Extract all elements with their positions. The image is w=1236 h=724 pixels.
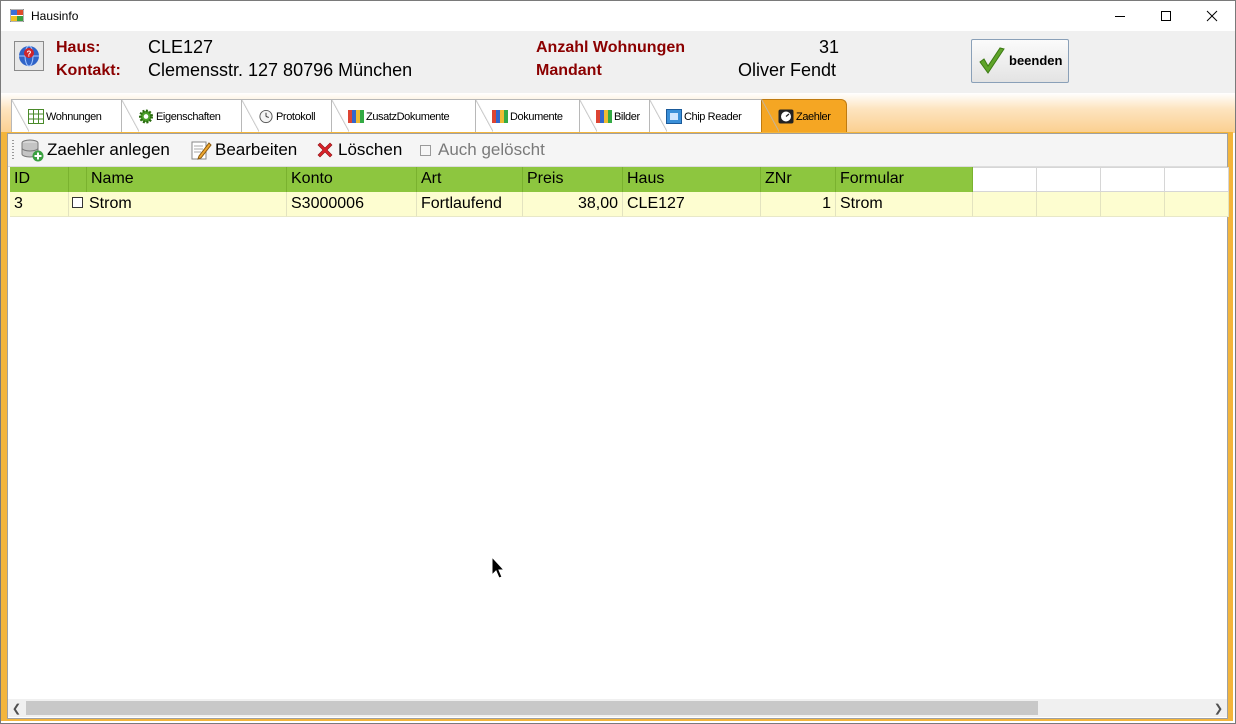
house-header: ? Haus: CLE127 Kontakt: Clemensstr. 127 … <box>1 31 1235 93</box>
tab-label: Protokoll <box>276 111 316 123</box>
auch-geloescht-checkbox[interactable]: Auch gelöscht <box>420 138 545 162</box>
toolbar-grip[interactable] <box>12 140 14 160</box>
cell-formular[interactable]: Strom <box>836 192 973 217</box>
cell-art[interactable]: Fortlaufend <box>417 192 523 217</box>
cell-empty <box>1165 192 1229 217</box>
tab-label: Eigenschaften <box>156 111 221 123</box>
app-icon <box>10 9 24 22</box>
column-header-znr[interactable]: ZNr <box>761 167 836 192</box>
svg-text:?: ? <box>27 50 32 59</box>
clock-icon <box>259 109 273 124</box>
maximize-button[interactable] <box>1143 1 1189 31</box>
close-icon <box>1206 10 1218 22</box>
tab-label: Wohnungen <box>46 111 102 123</box>
window-title: Hausinfo <box>31 9 79 23</box>
cell-znr[interactable]: 1 <box>761 192 836 217</box>
cell-name-text: Strom <box>89 195 132 212</box>
cell-empty <box>1037 192 1101 217</box>
checkmark-icon <box>979 47 1005 74</box>
edit-icon <box>191 141 212 160</box>
add-database-icon <box>21 139 44 162</box>
tab-label: Dokumente <box>510 111 563 123</box>
kontakt-value: Clemensstr. 127 80796 München <box>148 60 413 80</box>
close-button[interactable] <box>1189 1 1235 31</box>
house-info-icon: ? <box>14 41 44 71</box>
cell-konto[interactable]: S3000006 <box>287 192 417 217</box>
row-checkbox[interactable] <box>72 197 83 208</box>
gear-icon <box>138 109 154 124</box>
binders-icon <box>596 110 612 123</box>
column-header-empty <box>1037 167 1101 192</box>
column-header-formular[interactable]: Formular <box>836 167 973 192</box>
column-header-preis[interactable]: Preis <box>523 167 623 192</box>
horizontal-scrollbar[interactable]: ❮ ❯ <box>8 699 1227 717</box>
scroll-left-arrow-icon[interactable]: ❮ <box>8 699 25 717</box>
anzahl-wohnungen-label: Anzahl Wohnungen <box>536 39 686 56</box>
tab-strip: Wohnungen Eigenschaften Protokoll Zusatz… <box>1 93 1235 133</box>
cell-name[interactable]: Strom <box>69 192 287 217</box>
bearbeiten-label: Bearbeiten <box>215 140 298 159</box>
column-header-konto[interactable]: Konto <box>287 167 417 192</box>
tab-zaehler[interactable]: Zaehler <box>761 99 847 132</box>
column-header-haus[interactable]: Haus <box>623 167 761 192</box>
tab-dokumente[interactable]: Dokumente <box>475 99 587 132</box>
table-row[interactable]: 3 Strom S3000006 Fortlaufend 38,00 CLE12… <box>10 192 1229 217</box>
scrollbar-thumb[interactable] <box>26 701 1038 715</box>
tab-eigenschaften[interactable]: Eigenschaften <box>121 99 249 132</box>
anzahl-wohnungen-value: 31 <box>819 37 840 57</box>
main-window: Hausinfo ? Haus: CLE127 Kontakt: Clemens… <box>0 0 1236 724</box>
binders-icon <box>492 110 508 123</box>
grid-icon <box>28 109 44 124</box>
column-header-id[interactable]: ID <box>10 167 69 192</box>
tab-wohnungen[interactable]: Wohnungen <box>11 99 129 132</box>
bearbeiten-button[interactable]: Bearbeiten <box>190 138 297 162</box>
zaehler-anlegen-button[interactable]: Zaehler anlegen <box>20 138 170 162</box>
cell-preis[interactable]: 38,00 <box>523 192 623 217</box>
binders-icon <box>348 110 364 123</box>
tab-label: Bilder <box>614 111 640 123</box>
tab-label: ZusatzDokumente <box>366 111 450 123</box>
beenden-button[interactable]: beenden <box>971 39 1069 83</box>
mouse-cursor-icon <box>491 556 506 579</box>
auch-geloescht-label: Auch gelöscht <box>438 140 545 159</box>
delete-icon <box>317 142 333 158</box>
tab-label: Zaehler <box>796 111 831 123</box>
column-header-empty <box>973 167 1037 192</box>
tab-protokoll[interactable]: Protokoll <box>241 99 339 132</box>
beenden-label: beenden <box>1009 53 1063 68</box>
title-bar: Hausinfo <box>1 1 1235 31</box>
haus-label: Haus: <box>56 39 101 56</box>
cell-id[interactable]: 3 <box>10 192 69 217</box>
column-header-art[interactable]: Art <box>417 167 523 192</box>
tab-bilder[interactable]: Bilder <box>579 99 657 132</box>
tab-zusatzdokumente[interactable]: ZusatzDokumente <box>331 99 483 132</box>
cell-empty <box>1101 192 1165 217</box>
tab-chip-reader[interactable]: Chip Reader <box>649 99 769 132</box>
loeschen-label: Löschen <box>338 140 403 159</box>
column-header-empty <box>1101 167 1165 192</box>
column-header-name[interactable]: Name <box>87 167 287 192</box>
column-header-empty <box>1165 167 1229 192</box>
grid-header-row: ID Name Konto Art Preis Haus ZNr Formula… <box>10 167 1229 192</box>
toolbar: Zaehler anlegen Bearbeiten Löschen Auch … <box>8 134 1227 167</box>
tab-label: Chip Reader <box>684 111 742 123</box>
mandant-value: Oliver Fendt <box>738 60 837 80</box>
loeschen-button[interactable]: Löschen <box>315 138 402 162</box>
tab-content-frame: Zaehler anlegen Bearbeiten Löschen Auch … <box>1 132 1233 721</box>
zaehler-anlegen-label: Zaehler anlegen <box>47 140 170 159</box>
kontakt-label: Kontakt: <box>56 62 121 79</box>
checkbox-box <box>420 144 431 156</box>
mandant-label: Mandant <box>536 62 602 79</box>
maximize-icon <box>1161 11 1171 21</box>
haus-value: CLE127 <box>148 37 214 57</box>
zaehler-panel: Zaehler anlegen Bearbeiten Löschen Auch … <box>7 133 1229 719</box>
minimize-button[interactable] <box>1097 1 1143 31</box>
cell-haus[interactable]: CLE127 <box>623 192 761 217</box>
minimize-icon <box>1115 16 1125 17</box>
scroll-right-arrow-icon[interactable]: ❯ <box>1210 699 1227 717</box>
meter-icon <box>778 109 794 124</box>
cell-empty <box>973 192 1037 217</box>
column-header-check[interactable] <box>69 167 87 192</box>
chip-reader-icon <box>666 109 682 124</box>
